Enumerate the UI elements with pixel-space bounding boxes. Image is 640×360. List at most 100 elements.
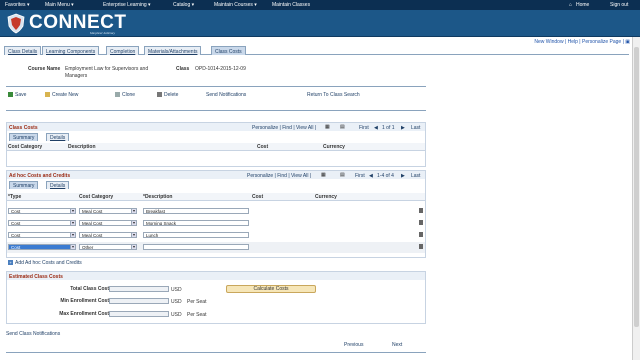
grid-tools[interactable]: Personalize | Find | View All | xyxy=(247,173,311,179)
menu-favorites[interactable]: Favorites ▾ xyxy=(5,2,29,8)
category-select[interactable]: Meal Cost ▾ xyxy=(79,208,137,214)
tab-details[interactable]: Details xyxy=(46,133,70,141)
min-cost-label: Min Enrollment Cost xyxy=(60,298,109,304)
download-icon[interactable]: ▤ xyxy=(340,124,345,130)
prev-icon[interactable]: ◀ xyxy=(374,125,378,131)
tab-learning-components[interactable]: Learning Components xyxy=(42,46,100,55)
app-logo-sub: Maryland Judiciary xyxy=(90,31,116,35)
col-cost-category: Cost Category xyxy=(79,194,114,200)
description-input[interactable]: Morning Snack xyxy=(143,220,249,226)
divider xyxy=(6,110,426,111)
min-cost-field xyxy=(109,298,169,304)
max-cost-label: Max Enrollment Cost xyxy=(59,311,109,317)
add-adhoc-button[interactable]: + Add Ad hoc Costs and Credits xyxy=(8,260,82,266)
class-label: Class xyxy=(176,66,190,72)
tab-materials-attachments[interactable]: Materials/Attachments xyxy=(144,46,202,55)
tab-class-costs[interactable]: Class Costs xyxy=(211,46,246,55)
type-select[interactable]: Cost ▾ xyxy=(8,232,76,238)
previous-link[interactable]: Previous xyxy=(344,342,363,348)
tab-details[interactable]: Details xyxy=(46,181,70,189)
new-icon xyxy=(45,92,50,98)
estimated-title: Estimated Class Costs xyxy=(7,272,425,280)
prev-icon[interactable]: ◀ xyxy=(369,173,373,179)
save-button[interactable]: Save xyxy=(8,92,26,98)
estimated-costs-section: Estimated Class Costs Total Class Cost U… xyxy=(6,271,426,324)
trash-icon[interactable] xyxy=(419,220,423,225)
utility-links[interactable]: New Window | Help | Personalize Page | ▣ xyxy=(534,39,630,45)
menu-maintain-classes[interactable]: Maintain Classes xyxy=(272,2,310,8)
trash-icon[interactable] xyxy=(419,244,423,249)
trash-icon[interactable] xyxy=(419,232,423,237)
page-tabs: Class Details Learning Components Comple… xyxy=(4,46,629,55)
next-link[interactable]: Next xyxy=(392,342,402,348)
course-name-value: Employment Law for Supervisors and Manag… xyxy=(65,66,149,79)
col-type: *Type xyxy=(8,194,22,200)
table-row: Cost ▾ Other ▾ xyxy=(7,242,425,253)
menu-enterprise-learning[interactable]: Enterprise Learning ▾ xyxy=(103,2,151,8)
send-notifications-link[interactable]: Send Notifications xyxy=(206,92,246,98)
app-header: CONNECT Maryland Judiciary xyxy=(0,10,640,37)
tab-class-details[interactable]: Class Details xyxy=(4,46,42,55)
create-new-button[interactable]: Create New xyxy=(45,92,78,98)
tab-completion[interactable]: Completion xyxy=(106,46,140,55)
adhoc-section: Ad hoc Costs and Credits Personalize | F… xyxy=(6,170,426,258)
count-label: 1 of 1 xyxy=(382,125,395,131)
menu-maintain-courses[interactable]: Maintain Courses ▾ xyxy=(214,2,257,8)
delete-icon xyxy=(157,92,162,98)
first-link[interactable]: First xyxy=(359,125,369,131)
adhoc-header: *Type Cost Category *Description Cost Cu… xyxy=(7,193,425,201)
col-cost-category: Cost Category xyxy=(8,144,43,150)
col-cost: Cost xyxy=(252,194,264,200)
last-link[interactable]: Last xyxy=(411,125,420,131)
next-icon[interactable]: ▶ xyxy=(401,173,405,179)
home-icon[interactable]: ⌂ xyxy=(569,2,572,8)
view-icon[interactable]: ▦ xyxy=(325,124,330,130)
per-seat-label: Per Seat xyxy=(187,299,207,305)
top-nav: Favorites ▾ Main Menu ▾ Enterprise Learn… xyxy=(0,0,640,10)
description-input[interactable]: Breakfast xyxy=(143,208,249,214)
personalize-icon: ▣ xyxy=(625,39,630,45)
currency-label: USD xyxy=(171,287,182,293)
home-link[interactable]: Home xyxy=(576,2,589,8)
description-input[interactable] xyxy=(143,244,249,250)
type-select[interactable]: Cost ▾ xyxy=(8,244,76,250)
menu-main[interactable]: Main Menu ▾ xyxy=(45,2,74,8)
type-select[interactable]: Cost ▾ xyxy=(8,220,76,226)
trash-icon[interactable] xyxy=(419,208,423,213)
col-currency: Currency xyxy=(315,194,337,200)
category-select[interactable]: Meal Cost ▾ xyxy=(79,232,137,238)
signout-link[interactable]: Sign out xyxy=(610,2,628,8)
last-link[interactable]: Last xyxy=(411,173,420,179)
currency-label: USD xyxy=(171,299,182,305)
grid-tools[interactable]: Personalize | Find | View All | xyxy=(252,125,316,131)
course-name-label: Course Name xyxy=(28,66,61,72)
col-currency: Currency xyxy=(323,144,345,150)
next-icon[interactable]: ▶ xyxy=(401,125,405,131)
download-icon[interactable]: ▤ xyxy=(340,172,345,178)
divider xyxy=(6,86,426,87)
category-select[interactable]: Meal Cost ▾ xyxy=(79,220,137,226)
send-class-notifications-link[interactable]: Send Class Notifications xyxy=(6,331,60,337)
tab-summary[interactable]: Summary xyxy=(9,181,39,189)
max-cost-field xyxy=(109,311,169,317)
clone-button[interactable]: Clone xyxy=(115,92,135,98)
class-costs-header: Cost Category Description Cost Currency xyxy=(7,143,425,151)
save-icon xyxy=(8,92,13,98)
first-link[interactable]: First xyxy=(355,173,365,179)
class-value: OPD-1014-2015-12-09 xyxy=(195,66,246,72)
divider xyxy=(6,352,426,353)
clone-icon xyxy=(115,92,120,98)
tab-summary[interactable]: Summary xyxy=(9,133,39,141)
description-input[interactable]: Lunch xyxy=(143,232,249,238)
calculate-costs-button[interactable]: Calculate Costs xyxy=(226,285,316,293)
type-select[interactable]: Cost ▾ xyxy=(8,208,76,214)
menu-catalog[interactable]: Catalog ▾ xyxy=(173,2,194,8)
view-icon[interactable]: ▦ xyxy=(321,172,326,178)
currency-label: USD xyxy=(171,312,182,318)
page-scrollbar[interactable] xyxy=(632,37,640,360)
category-select[interactable]: Other ▾ xyxy=(79,244,137,250)
shield-logo-icon xyxy=(7,13,25,34)
total-cost-label: Total Class Cost xyxy=(70,286,109,292)
return-to-search-link[interactable]: Return To Class Search xyxy=(307,92,360,98)
delete-button[interactable]: Delete xyxy=(157,92,178,98)
